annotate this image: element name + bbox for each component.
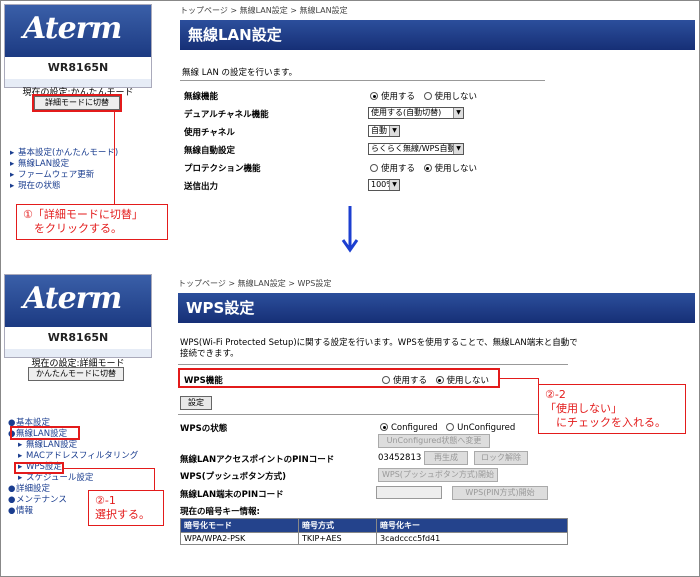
set-button[interactable]: 設定 [180,396,212,410]
bullet-icon: ▸ [10,170,15,180]
highlight-advanced-button [32,94,122,112]
bullet-icon: ▸ [10,159,15,169]
divider [178,364,568,365]
logo-banner: Aterm [5,275,151,327]
aterm-logo: Aterm [23,281,122,316]
logo-box: Aterm WR8165N [4,4,152,88]
row-label: 送信出力 [184,182,219,192]
key-info-table: 暗号化モード 暗号方式 暗号化キー WPA/WPA2-PSK TKIP+AES … [180,518,568,545]
top-description: 無線 LAN の設定を行います。 [182,68,298,78]
bottom-page-title: WPS設定 [178,293,695,323]
model-name: WR8165N [47,61,109,74]
row-label: プロテクション機能 [184,164,261,174]
bullet-icon: ▸ [18,440,23,450]
top-page-title: 無線LAN設定 [180,20,695,50]
divider [178,414,568,415]
callout-step2-2: ②-2 「使用しない」 にチェックを入れる。 [538,384,686,434]
bullet-icon: ▸ [10,181,15,191]
row-label: 使用チャネル [184,128,235,138]
nav-item[interactable]: ▸ ファームウェア更新 [10,170,118,181]
logo-box: Aterm WR8165N [4,274,152,358]
nav-subitem[interactable]: ▸ 無線LAN設定 [8,440,138,451]
nav-item[interactable]: ▸ 無線LAN設定 [10,159,118,170]
wireless-radio-group: 使用する 使用しない [370,90,477,102]
wps-state-radio-group: Configured UnConfigured [380,421,515,433]
client-pin-input[interactable] [376,486,442,499]
top-breadcrumb: トップページ > 無線LAN設定 > 無線LAN設定 [180,6,348,15]
client-pin-label: 無線LAN端末のPINコード [180,490,284,500]
connector-line [64,468,154,469]
connector-line [154,468,155,490]
unconfigured-radio[interactable] [446,423,455,431]
auto-setup-select[interactable]: らくらく無線/WPS自動 ▼ [368,143,464,155]
header-mode: 暗号化モード [180,518,299,533]
ap-pin-value: 03452813 [378,453,422,463]
wps-pin-start-button[interactable]: WPS(PIN方式)開始 [452,486,548,500]
chevron-down-icon: ▼ [389,180,399,190]
radio-off[interactable] [423,164,432,172]
wps-state-label: WPSの状態 [180,424,228,434]
cell-cipher: TKIP+AES [298,532,377,545]
key-info-label: 現在の暗号キー情報: [180,507,260,517]
table-row: WPA/WPA2-PSK TKIP+AES 3cadcccc5fd41 [180,532,568,545]
dual-channel-select[interactable]: 使用する(自動切替) ▼ [368,107,464,119]
arrow-down-icon [341,206,359,253]
row-label: 無線機能 [184,92,219,102]
cell-mode: WPA/WPA2-PSK [180,532,299,545]
configured-radio[interactable] [380,423,388,431]
bullet-icon: ▸ [18,451,23,461]
divider [180,80,545,81]
regenerate-button[interactable]: 再生成 [424,451,468,465]
nav-item[interactable]: ▸ 基本設定(かんたんモード) [10,148,118,159]
nav-item[interactable]: ▸ 現在の状態 [10,181,118,192]
push-button-label: WPS(プッシュボタン方式) [180,472,286,482]
highlight-wps-row [178,368,500,388]
chevron-down-icon: ▼ [389,126,399,136]
highlight-wireless-nav [10,426,80,440]
radio-off[interactable] [423,92,432,100]
callout-step2-1: ②-1 選択する。 [88,490,164,526]
cell-key: 3cadcccc5fd41 [376,532,568,545]
table-header-row: 暗号化モード 暗号方式 暗号化キー [180,518,568,533]
chevron-down-icon: ▼ [453,108,463,118]
bullet-icon: ● [8,495,16,505]
top-nav: ▸ 基本設定(かんたんモード) ▸ 無線LAN設定 ▸ ファームウェア更新 ▸ 現在の状… [10,148,118,192]
nav-subitem[interactable]: ▸ MACアドレスフィルタリング [8,451,138,462]
bottom-description: WPS(Wi-Fi Protected Setup)に関する設定を行います。WP… [180,338,578,359]
model-bar: WR8165N [5,57,151,79]
radio-on[interactable] [370,92,378,100]
logo-banner: Aterm [5,5,151,57]
ap-pin-label: 無線LANアクセスポイントのPINコード [180,455,335,465]
row-label: 無線自動設定 [184,146,236,156]
bullet-icon: ● [8,484,16,494]
bottom-breadcrumb: トップページ > 無線LAN設定 > WPS設定 [178,279,332,288]
wps-push-start-button[interactable]: WPS(プッシュボタン方式)開始 [378,468,498,482]
model-bar: WR8165N [5,327,151,349]
channel-select[interactable]: 自動 ▼ [368,125,400,137]
model-name: WR8165N [47,331,109,344]
protection-radio-group: 使用する 使用しない [370,162,477,174]
bullet-icon: ▸ [18,473,23,483]
chevron-down-icon: ▼ [453,144,463,154]
highlight-wps-nav [14,462,64,474]
header-key: 暗号化キー [376,518,568,533]
connector-line [500,378,538,379]
bullet-icon: ● [8,506,16,516]
connector-line [114,112,115,204]
nav-subitem[interactable]: ▸ スケジュール設定 [8,473,138,484]
radio-on[interactable] [370,164,378,172]
switch-to-simple-button[interactable]: かんたんモードに切替 [28,367,124,381]
unlock-button[interactable]: ロック解除 [474,451,528,465]
bullet-icon: ▸ [10,148,15,158]
tx-power-select[interactable]: 100% ▼ [368,179,400,191]
header-cipher: 暗号方式 [298,518,377,533]
unconfigured-button[interactable]: UnConfigured状態へ変更 [378,434,490,448]
row-label: デュアルチャネル機能 [184,110,269,120]
callout-step1: ①「詳細モードに切替」 をクリックする。 [16,204,168,240]
aterm-logo: Aterm [23,11,122,46]
